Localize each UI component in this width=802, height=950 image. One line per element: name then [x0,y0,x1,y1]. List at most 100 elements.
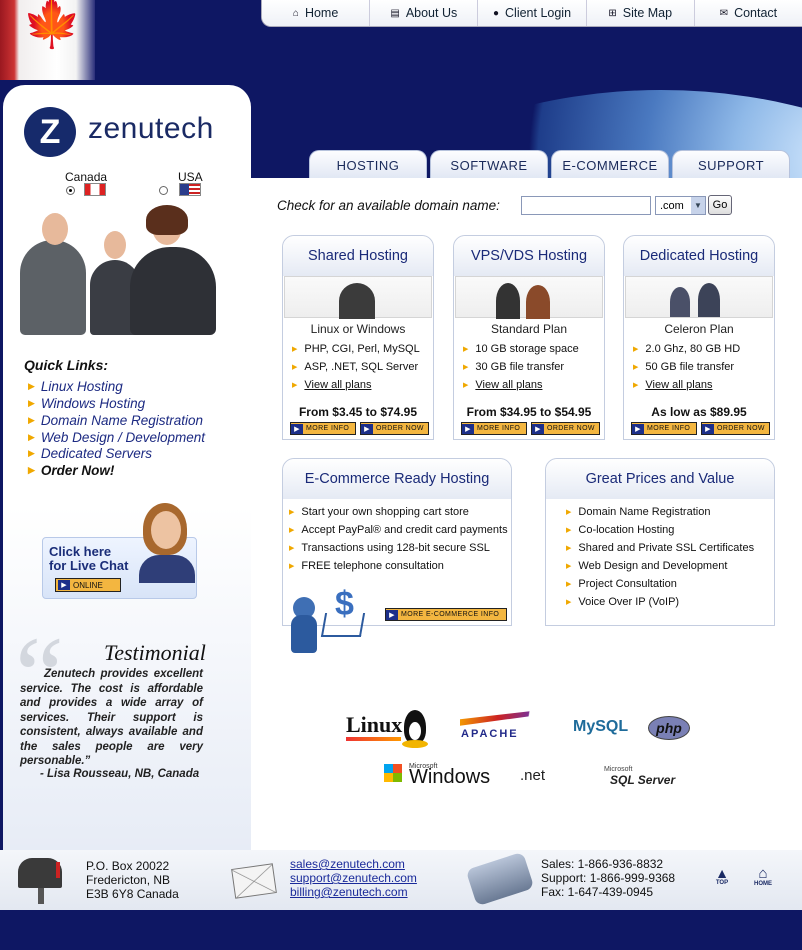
nav-site-map[interactable]: ⊞ Site Map [585,0,694,26]
nav-about-us[interactable]: ▤ About Us [369,0,478,26]
plan-feature: ▶ 30 GB file transfer [463,361,565,373]
footer-emails: sales@zenutech.com support@zenutech.com … [290,857,417,899]
live-chat-online-button[interactable]: ▶ ONLINE [55,578,121,592]
prices-feature: ▶ Project Consultation [566,578,677,590]
plan-title: VPS/VDS Hosting [454,236,604,276]
arrow-icon: ▶ [28,465,35,475]
user-icon: ● [492,7,500,19]
quick-link-domain-registration[interactable]: ▶ Domain Name Registration [28,413,203,428]
live-chat-text[interactable]: Click here for Live Chat [49,545,128,573]
plan-subtitle: Standard Plan [490,322,568,336]
plan-subtitle: Linux or Windows [310,322,406,336]
checkered-up-icon: ▲ [715,865,729,881]
quick-link-order-now[interactable]: ▶ Order Now! [28,463,114,478]
ecommerce-feature: ▶ FREE telephone consultation [289,560,444,572]
more-info-button[interactable]: ▶ MORE INFO [461,422,527,435]
view-all-plans-link[interactable]: ▶ View all plans [633,379,712,391]
quick-link-dedicated-servers[interactable]: ▶ Dedicated Servers [28,446,152,461]
apache-logo: APACHE [461,728,519,740]
zenutech-logo-mark[interactable]: Z [24,107,76,157]
tab-software[interactable]: SOFTWARE [430,150,548,180]
windows-flag-icon [384,764,402,782]
arrow-icon: ▶ [28,381,35,391]
envelope-icon [231,863,277,899]
windows-logo: Windows [409,766,491,788]
php-logo: php [648,716,690,740]
arrow-icon: ▶ [28,415,35,425]
ecommerce-title: E-Commerce Ready Hosting [283,459,511,499]
quick-link-web-design[interactable]: ▶ Web Design / Development [28,430,205,445]
testimonial-body: Zenutech provides excellent service. The… [20,668,203,767]
order-now-button[interactable]: ▶ ORDER NOW [531,422,600,435]
nav-contact[interactable]: ✉ Contact [693,0,802,26]
house-icon: ⌂ [758,865,768,882]
country-canada-radio[interactable] [66,186,75,195]
plan-feature: ▶ 2.0 Ghz, 80 GB HD [633,343,741,355]
prices-feature: ▶ Shared and Private SSL Certificates [566,542,755,554]
dotnet-logo: .net [520,767,546,784]
great-prices-title: Great Prices and Value [546,459,774,499]
vps-hosting-photo [455,276,603,319]
mysql-logo: MySQL [573,718,629,735]
nav-home[interactable]: ⌂ Home [262,0,370,26]
home-button[interactable]: ⌂ HOME [750,866,776,892]
more-ecommerce-info-button[interactable]: ▶ MORE E-COMMERCE INFO [385,608,507,621]
zenutech-logo-text[interactable]: zenutech [88,112,214,146]
arrow-icon: ▶ [28,448,35,458]
ecommerce-feature: ▶ Transactions using 128-bit secure SSL [289,542,490,554]
domain-search-input[interactable] [521,196,651,215]
order-now-button[interactable]: ▶ ORDER NOW [701,422,770,435]
more-info-button[interactable]: ▶ MORE INFO [290,422,356,435]
top-navigation: ⌂ Home ▤ About Us ● Client Login ⊞ Site Map … [261,0,802,27]
microsoft-label: Microsoft [604,766,633,773]
country-usa-label: USA [178,170,203,184]
domain-check-label: Check for an available domain name: [277,198,500,213]
dedicated-hosting-photo [625,276,773,318]
support-email-link[interactable]: support@zenutech.com [290,871,417,885]
plan-price: From $34.95 to $54.95 [466,405,592,419]
domain-go-button[interactable]: Go [708,195,732,215]
chevron-down-icon: ▼ [691,197,705,214]
nav-client-login[interactable]: ● Client Login [477,0,586,26]
ecommerce-feature: ▶ Start your own shopping cart store [289,506,469,518]
order-now-button[interactable]: ▶ ORDER NOW [360,422,429,435]
usa-flag-icon [179,183,201,196]
arrow-icon: ▶ [28,398,35,408]
country-canada-label: Canada [65,170,108,184]
footer-phones: Sales: 1-866-936-8832 Support: 1-866-999-… [541,857,676,899]
plan-title: Dedicated Hosting [624,236,774,276]
envelope-icon: ✉ [719,7,729,19]
quick-link-windows-hosting[interactable]: ▶ Windows Hosting [28,396,145,411]
more-info-button[interactable]: ▶ MORE INFO [631,422,697,435]
quick-links-title: Quick Links: [24,357,109,373]
sitemap-icon: ⊞ [608,7,617,19]
plan-feature: ▶ 50 GB file transfer [633,361,735,373]
view-all-plans-link[interactable]: ▶ View all plans [292,379,371,391]
prices-feature: ▶ Co-location Hosting [566,524,675,536]
sales-email-link[interactable]: sales@zenutech.com [290,857,417,871]
country-usa-radio[interactable] [159,186,168,195]
prices-feature: ▶ Domain Name Registration [566,506,711,518]
testimonial-author: - Lisa Rousseau, NB, Canada [40,768,200,780]
tab-support[interactable]: SUPPORT [672,150,790,180]
plan-feature: ▶ 10 GB storage space [463,343,579,355]
canada-flag-icon [84,183,106,196]
testimonial-title: Testimonial [104,640,206,665]
tld-select[interactable]: .com ▼ [655,196,706,215]
plan-feature: ▶ PHP, CGI, Perl, MySQL [292,343,420,355]
plan-price: From $3.45 to $74.95 [298,405,418,419]
plan-title: Shared Hosting [283,236,433,276]
view-all-plans-link[interactable]: ▶ View all plans [463,379,542,391]
billing-email-link[interactable]: billing@zenutech.com [290,885,417,899]
tab-hosting[interactable]: HOSTING [309,150,427,180]
arrow-icon: ▶ [28,432,35,442]
business-people-photo [18,205,218,335]
prices-feature: ▶ Web Design and Development [566,560,728,572]
home-icon: ⌂ [292,7,299,19]
linux-logo: Linux [346,712,403,737]
tab-e-commerce[interactable]: E-COMMERCE [551,150,669,180]
plan-price: As low as $89.95 [651,405,747,419]
top-button[interactable]: ▲ TOP [712,866,732,892]
plan-subtitle: Celeron Plan [664,322,734,336]
quick-link-linux-hosting[interactable]: ▶ Linux Hosting [28,379,123,394]
